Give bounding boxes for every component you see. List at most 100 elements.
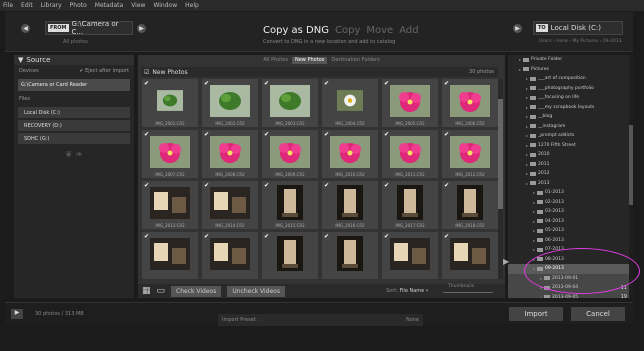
photo-thumbnail[interactable]: ✔ xyxy=(442,232,498,279)
checkbox-icon[interactable]: ✔ xyxy=(324,131,329,138)
import-preset[interactable]: Import Preset : None xyxy=(218,314,423,326)
menu-item[interactable]: Metadata xyxy=(95,2,123,9)
photo-thumbnail[interactable]: ✔ IMG_2015.CR2 xyxy=(262,181,318,229)
photo-thumbnail[interactable]: ✔ IMG_2013.CR2 xyxy=(142,181,198,229)
photo-thumbnail[interactable]: ✔ IMG_2014.CR2 xyxy=(202,181,258,229)
disclosure-icon[interactable]: ▸ xyxy=(533,190,535,195)
menu-item[interactable]: File xyxy=(3,2,13,9)
disclosure-icon[interactable]: ▸ xyxy=(519,57,521,62)
photo-thumbnail[interactable]: ✔ IMG_2005.CR2 xyxy=(382,79,438,127)
uncheck-videos-button[interactable]: Uncheck Videos xyxy=(227,285,285,297)
photo-thumbnail[interactable]: ✔ IMG_2009.CR2 xyxy=(262,130,318,178)
device-item[interactable]: G:\Camera or Card Reader xyxy=(18,79,130,91)
disclosure-icon[interactable]: ▸ xyxy=(519,67,521,72)
photo-thumbnail[interactable]: ✔ IMG_2006.CR2 xyxy=(442,79,498,127)
disclosure-icon[interactable]: ▸ xyxy=(526,171,528,176)
disclosure-icon[interactable]: ▸ xyxy=(533,200,535,205)
folder-item[interactable]: ▸ ___my scrapbook layouts xyxy=(508,103,633,113)
toggle-panel-icon[interactable]: ▶ xyxy=(11,309,23,319)
folder-item[interactable]: ▸ _prompt addicts xyxy=(508,131,633,141)
checkbox-icon[interactable]: ✔ xyxy=(384,233,389,240)
checkbox-icon[interactable]: ✔ xyxy=(444,182,449,189)
volume-local-disk[interactable]: Local Disk (C:) xyxy=(18,107,130,118)
grid-view-icon[interactable]: ▦ xyxy=(142,286,151,296)
folder-item[interactable]: ▸ Pictures xyxy=(508,65,633,75)
check-videos-button[interactable]: Check Videos xyxy=(171,285,222,297)
menu-item[interactable]: Window xyxy=(153,2,177,9)
source-header[interactable]: ▼ Source xyxy=(14,55,134,65)
disclosure-icon[interactable]: ▸ xyxy=(526,124,528,129)
photo-thumbnail[interactable]: ✔ IMG_2007.CR2 xyxy=(142,130,198,178)
folder-item[interactable]: ▸ 02-2013 xyxy=(508,198,633,208)
disclosure-icon[interactable]: ▸ xyxy=(533,219,535,224)
cancel-button[interactable]: Cancel xyxy=(571,307,625,321)
from-selector[interactable]: FROM G:\Camera or C... xyxy=(45,20,133,36)
loupe-view-icon[interactable]: ▭ xyxy=(157,286,166,296)
to-selector[interactable]: TO Local Disk (C:) xyxy=(533,21,623,35)
disclosure-icon[interactable]: ▸ xyxy=(540,295,542,298)
photo-thumbnail[interactable]: ✔ IMG_2010.CR2 xyxy=(322,130,378,178)
folder-item[interactable]: ▸ ___photography portfolio xyxy=(508,84,633,94)
import-button[interactable]: Import xyxy=(509,307,563,321)
folder-item[interactable]: ▸ 2011 xyxy=(508,160,633,170)
photo-thumbnail[interactable]: ✔ IMG_2003.CR2 xyxy=(262,79,318,127)
checkbox-icon[interactable]: ✔ xyxy=(264,233,269,240)
menu-item[interactable]: Help xyxy=(185,2,199,9)
disclosure-icon[interactable]: ▸ xyxy=(533,247,535,252)
mode-copy-dng[interactable]: Copy as DNG xyxy=(263,25,329,36)
photo-thumbnail[interactable]: ✔ IMG_2011.CR2 xyxy=(382,130,438,178)
folder-item[interactable]: ▸ 2010 xyxy=(508,150,633,160)
menu-item[interactable]: Edit xyxy=(21,2,33,9)
photo-thumbnail[interactable]: ✔ xyxy=(262,232,318,279)
mode-add[interactable]: Add xyxy=(399,25,418,36)
checkbox-icon[interactable]: ✔ xyxy=(264,131,269,138)
back-arrow-icon[interactable]: ◀ xyxy=(21,24,30,33)
folder-item[interactable]: ▸ 06-2013 xyxy=(508,236,633,246)
checkbox-icon[interactable]: ✔ xyxy=(144,80,149,87)
photo-thumbnail[interactable]: ✔ IMG_2016.CR2 xyxy=(322,181,378,229)
tab-all-photos[interactable]: All Photos xyxy=(263,57,288,64)
mode-copy[interactable]: Copy xyxy=(335,25,360,36)
folder-item[interactable]: ▸ ___art of composition xyxy=(508,74,633,84)
photo-thumbnail[interactable]: ✔ xyxy=(382,232,438,279)
folder-item[interactable]: ▸ 01-2013 xyxy=(508,188,633,198)
menu-item[interactable]: View xyxy=(131,2,145,9)
checkbox-icon[interactable]: ✔ xyxy=(384,131,389,138)
tab-new-photos[interactable]: New Photos xyxy=(291,57,328,64)
volume-sdhc[interactable]: SDHC (G:) xyxy=(18,133,130,144)
photo-thumbnail[interactable]: ✔ xyxy=(202,232,258,279)
folder-scroll-thumb[interactable] xyxy=(629,125,633,205)
checkbox-icon[interactable]: ✔ xyxy=(144,131,149,138)
disclosure-icon[interactable]: ▸ xyxy=(526,133,528,138)
panel-toggle-icon[interactable]: ▶ xyxy=(503,257,509,266)
checkbox-icon[interactable]: ✔ xyxy=(144,182,149,189)
disclosure-icon[interactable]: ▸ xyxy=(533,209,535,214)
folder-item[interactable]: ▸ ___focusing on life xyxy=(508,93,633,103)
disclosure-icon[interactable]: ▸ xyxy=(526,162,528,167)
checkbox-icon[interactable]: ✔ xyxy=(324,80,329,87)
folder-item[interactable]: ▸ __instagram xyxy=(508,122,633,132)
menu-item[interactable]: Photo xyxy=(70,2,87,9)
photo-thumbnail[interactable]: ✔ IMG_2018.CR2 xyxy=(442,181,498,229)
disclosure-icon[interactable]: ▸ xyxy=(526,86,528,91)
checkbox-icon[interactable]: ✔ xyxy=(204,182,209,189)
folder-item[interactable]: ▸ 04-2013 xyxy=(508,217,633,227)
checkbox-icon[interactable]: ✔ xyxy=(324,182,329,189)
folder-item[interactable]: ▸ 05-2013 xyxy=(508,226,633,236)
menu-item[interactable]: Library xyxy=(41,2,62,9)
thumbnail-size-slider[interactable] xyxy=(443,292,493,293)
select-all-checkbox[interactable]: ☑ xyxy=(144,69,149,76)
checkbox-icon[interactable]: ✔ xyxy=(444,131,449,138)
photo-thumbnail[interactable]: ✔ xyxy=(322,232,378,279)
sort-control[interactable]: Sort: File Name ▾ xyxy=(386,288,428,294)
checkbox-icon[interactable]: ✔ xyxy=(204,233,209,240)
scroll-thumb[interactable] xyxy=(498,99,503,209)
photo-thumbnail[interactable]: ✔ IMG_2002.CR2 xyxy=(202,79,258,127)
mode-move[interactable]: Move xyxy=(366,25,393,36)
photo-thumbnail[interactable]: ✔ xyxy=(142,232,198,279)
checkbox-icon[interactable]: ✔ xyxy=(204,131,209,138)
disclosure-icon[interactable]: ▸ xyxy=(526,95,528,100)
checkbox-icon[interactable]: ✔ xyxy=(444,80,449,87)
folder-item[interactable]: ▸ Private Folder xyxy=(508,55,633,65)
disclosure-icon[interactable]: ▸ xyxy=(526,143,528,148)
